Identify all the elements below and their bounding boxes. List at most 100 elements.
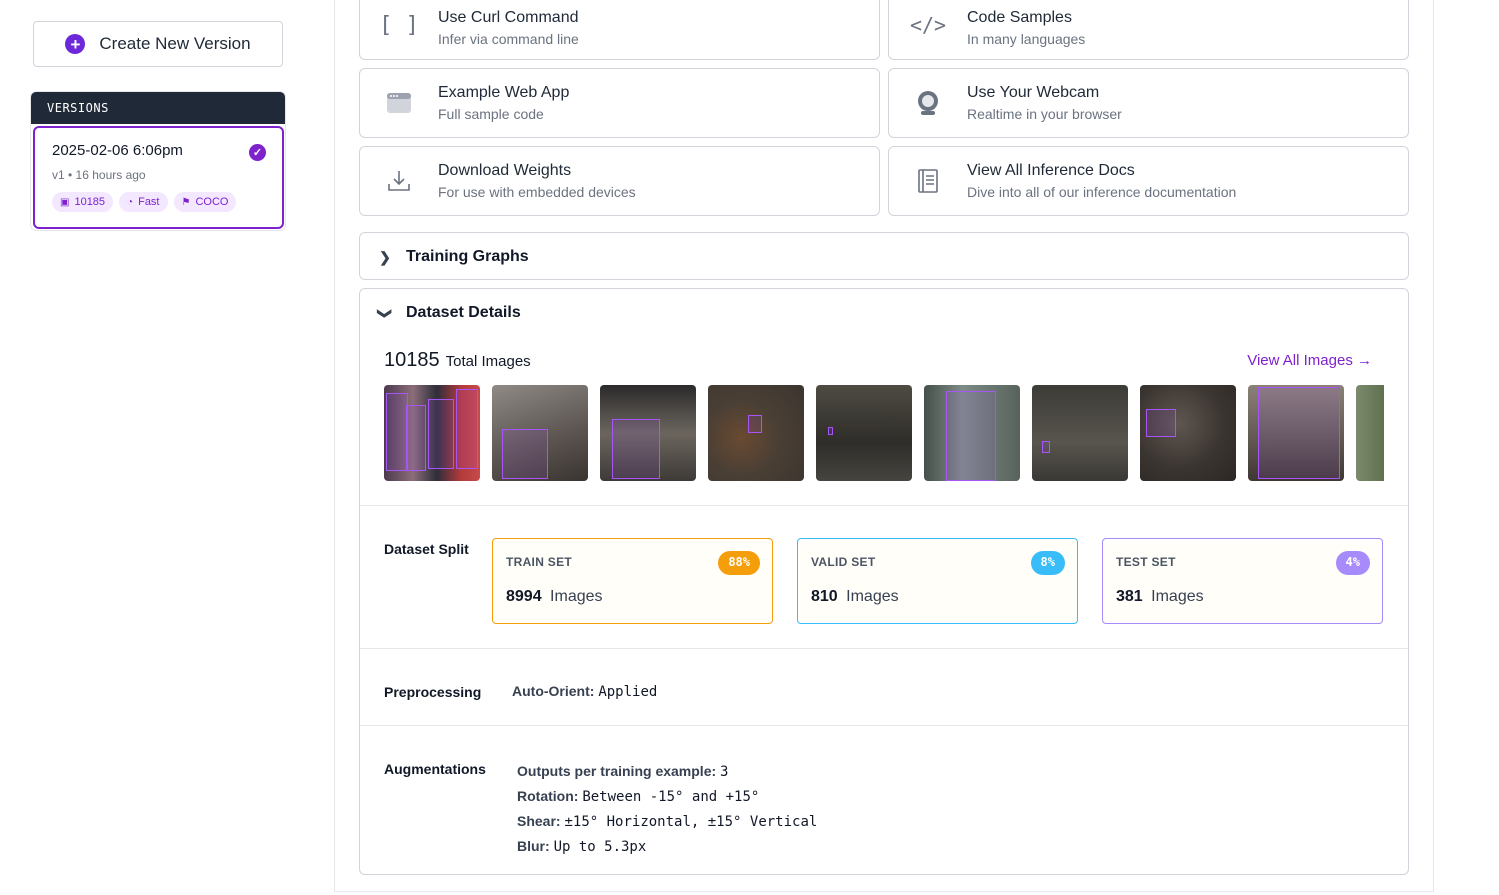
chevron-down-icon: ❯ <box>377 307 394 319</box>
webcam-card[interactable]: Use Your Webcam Realtime in your browser <box>888 68 1409 138</box>
chevron-right-icon: ❯ <box>379 248 391 265</box>
image-icon: ▣ <box>60 196 70 208</box>
chip-label: COCO <box>195 196 229 208</box>
thumbnail-image[interactable] <box>1140 385 1236 481</box>
divider <box>360 648 1408 649</box>
version-meta: v1 • 16 hours ago <box>52 168 146 182</box>
aug-key: Blur: <box>517 838 550 854</box>
preprocessing-setting: Applied <box>598 684 658 700</box>
aug-value: ±15° Horizontal, ±15° Vertical <box>564 814 818 830</box>
divider <box>360 725 1408 726</box>
thumbnail-image[interactable] <box>600 385 696 481</box>
download-weights-card[interactable]: Download Weights For use with embedded d… <box>359 146 880 216</box>
version-date: 2025-02-06 6:06pm <box>52 142 183 159</box>
browser-icon <box>360 92 438 114</box>
test-set-card: TEST SET 4% 381 Images <box>1102 538 1383 624</box>
preprocessing-value: Auto-Orient: Applied <box>512 683 657 700</box>
code-icon: </> <box>909 13 947 37</box>
card-subtitle: Infer via command line <box>438 31 579 47</box>
chip-label: 10185 <box>74 196 106 208</box>
aug-value: 3 <box>720 764 729 780</box>
thumbnail-image[interactable] <box>708 385 804 481</box>
aug-value: Up to 5.3px <box>553 839 647 855</box>
dataset-split-label: Dataset Split <box>384 541 469 557</box>
augmentation-item: Blur: Up to 5.3px <box>517 834 817 859</box>
card-title: Use Curl Command <box>438 9 579 26</box>
dataset-details-accordion: ❯ Dataset Details 10185 Total Images View… <box>359 288 1409 875</box>
card-title: Code Samples <box>967 9 1072 26</box>
training-graphs-header[interactable]: ❯ Training Graphs <box>360 233 1408 281</box>
view-all-images-link[interactable]: View All Images → <box>1247 352 1372 369</box>
split-percent-badge: 88% <box>718 551 760 575</box>
split-percent-badge: 4% <box>1335 551 1370 575</box>
chip-label: Fast <box>138 196 160 208</box>
example-web-app-card[interactable]: Example Web App Full sample code <box>359 68 880 138</box>
thumbnail-image[interactable] <box>1356 385 1384 481</box>
brackets-icon: [ ] <box>379 12 419 38</box>
thumbnail-image[interactable] <box>384 385 480 481</box>
aug-key: Shear: <box>517 813 561 829</box>
divider <box>360 505 1408 506</box>
versions-heading: VERSIONS <box>31 92 285 124</box>
split-unit: Images <box>550 588 603 605</box>
split-percent-badge: 8% <box>1030 551 1065 575</box>
speed-icon: ◔ <box>127 196 134 208</box>
card-title: Download Weights <box>438 162 572 179</box>
plus-icon: + <box>65 34 86 54</box>
card-subtitle: Realtime in your browser <box>967 106 1122 122</box>
train-set-card: TRAIN SET 88% 8994 Images <box>492 538 773 624</box>
augmentation-item: Shear: ±15° Horizontal, ±15° Vertical <box>517 809 817 834</box>
valid-set-card: VALID SET 8% 810 Images <box>797 538 1078 624</box>
flag-icon: ⚑ <box>181 196 191 208</box>
image-thumbnails <box>384 385 1384 481</box>
curl-command-card[interactable]: [ ] Use Curl Command Infer via command l… <box>359 0 880 60</box>
dataset-details-header[interactable]: ❯ Dataset Details <box>360 289 1408 337</box>
split-unit: Images <box>1151 588 1204 605</box>
format-chip: ⚑ COCO <box>173 192 237 212</box>
thumbnail-image[interactable] <box>816 385 912 481</box>
version-card[interactable]: 2025-02-06 6:06pm ✓ v1 • 16 hours ago ▣ … <box>33 126 284 229</box>
split-count: 810 <box>811 588 838 605</box>
preprocessing-label: Preprocessing <box>384 684 482 700</box>
card-title: View All Inference Docs <box>967 162 1135 179</box>
thumbnail-image[interactable] <box>924 385 1020 481</box>
inference-docs-card[interactable]: View All Inference Docs Dive into all of… <box>888 146 1409 216</box>
card-title: Example Web App <box>438 84 570 101</box>
webcam-icon <box>889 90 967 116</box>
image-count-chip: ▣ 10185 <box>52 192 114 212</box>
card-subtitle: In many languages <box>967 31 1086 47</box>
split-count: 8994 <box>506 588 542 605</box>
versions-panel: VERSIONS 2025-02-06 6:06pm ✓ v1 • 16 hou… <box>30 91 286 231</box>
card-subtitle: For use with embedded devices <box>438 184 636 200</box>
preprocessing-key: Auto-Orient: <box>512 683 595 699</box>
create-new-version-button[interactable]: + Create New Version <box>33 21 283 67</box>
thumbnail-image[interactable] <box>1032 385 1128 481</box>
aug-key: Rotation: <box>517 788 579 804</box>
book-icon <box>889 168 967 194</box>
card-title: Use Your Webcam <box>967 84 1100 101</box>
split-name: TEST SET <box>1116 555 1176 569</box>
code-samples-card[interactable]: </> Code Samples In many languages <box>888 0 1409 60</box>
augmentation-item: Rotation: Between -15° and +15° <box>517 784 817 809</box>
card-subtitle: Dive into all of our inference documenta… <box>967 184 1237 200</box>
aug-key: Outputs per training example: <box>517 763 717 779</box>
split-count: 381 <box>1116 588 1143 605</box>
card-subtitle: Full sample code <box>438 106 544 122</box>
aug-value: Between -15° and +15° <box>582 789 760 805</box>
training-graphs-title: Training Graphs <box>406 248 529 265</box>
augmentation-item: Outputs per training example: 3 <box>517 759 817 784</box>
total-images: 10185 Total Images <box>384 349 531 372</box>
split-name: VALID SET <box>811 555 876 569</box>
augmentations-list: Outputs per training example: 3 Rotation… <box>517 759 817 859</box>
augmentations-label: Augmentations <box>384 761 486 777</box>
dataset-details-title: Dataset Details <box>406 304 521 321</box>
thumbnail-image[interactable] <box>492 385 588 481</box>
checkmark-icon: ✓ <box>249 144 266 161</box>
total-count: 10185 <box>384 349 440 371</box>
thumbnail-image[interactable] <box>1248 385 1344 481</box>
training-graphs-accordion[interactable]: ❯ Training Graphs <box>359 232 1409 280</box>
total-label: Total Images <box>445 353 531 370</box>
speed-chip: ◔ Fast <box>119 192 168 212</box>
download-icon <box>360 168 438 194</box>
split-unit: Images <box>846 588 899 605</box>
